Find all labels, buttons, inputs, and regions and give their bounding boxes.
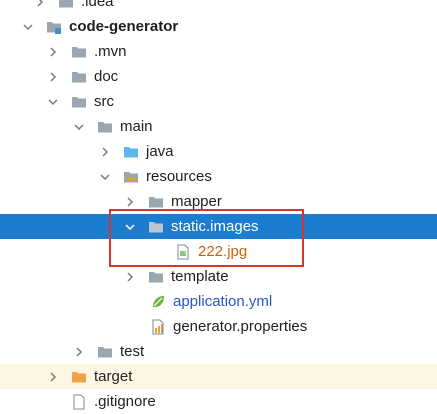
tree-item-target[interactable]: target: [0, 364, 437, 389]
properties-file-icon: [150, 319, 166, 335]
chevron-down-icon[interactable]: [73, 114, 85, 139]
chevron-down-icon[interactable]: [47, 89, 59, 114]
image-file-icon: [175, 244, 191, 260]
excluded-folder-icon: [71, 369, 87, 385]
folder-icon: [71, 94, 87, 110]
folder-icon: [97, 119, 113, 135]
folder-icon: [58, 0, 74, 10]
chevron-right-icon[interactable]: [34, 0, 46, 14]
tree-item-mapper[interactable]: mapper: [0, 189, 437, 214]
tree-item-label: .mvn: [94, 43, 127, 60]
tree-item-application-yml[interactable]: application.yml: [0, 289, 437, 314]
tree-item-test[interactable]: test: [0, 339, 437, 364]
module-folder-icon: [46, 19, 62, 35]
tree-item-label: resources: [146, 168, 212, 185]
tree-item-label: java: [146, 143, 174, 160]
folder-icon: [148, 194, 164, 210]
tree-item-label: .idea: [81, 0, 114, 10]
folder-icon: [148, 269, 164, 285]
source-folder-icon: [123, 144, 139, 160]
folder-icon: [71, 69, 87, 85]
tree-item-label: main: [120, 118, 153, 135]
tree-item-main[interactable]: main: [0, 114, 437, 139]
project-tree: .idea code-generator .mvn doc src main j…: [0, 0, 437, 410]
chevron-right-icon[interactable]: [124, 264, 136, 289]
tree-item-label: target: [94, 368, 133, 385]
tree-item-gitignore[interactable]: .gitignore: [0, 389, 437, 414]
tree-item-label: code-generator: [69, 18, 179, 35]
chevron-right-icon[interactable]: [47, 64, 59, 89]
folder-icon: [97, 344, 113, 360]
file-icon: [71, 394, 87, 410]
tree-item-idea[interactable]: .idea: [0, 0, 437, 14]
tree-item-label: generator.properties: [173, 318, 308, 335]
chevron-right-icon[interactable]: [99, 139, 111, 164]
tree-item-label: test: [120, 343, 145, 360]
folder-icon: [148, 219, 164, 235]
spring-leaf-icon: [150, 294, 166, 310]
tree-item-label: 222.jpg: [198, 243, 248, 260]
tree-item-label: mapper: [171, 193, 222, 210]
tree-item-static-images[interactable]: static.images: [0, 214, 437, 239]
resources-folder-icon: [123, 169, 139, 185]
tree-item-doc[interactable]: doc: [0, 64, 437, 89]
chevron-right-icon[interactable]: [47, 364, 59, 389]
tree-item-label: src: [94, 93, 114, 110]
tree-item-label: static.images: [171, 218, 259, 235]
tree-item-code-generator[interactable]: code-generator: [0, 14, 437, 39]
tree-item-label: application.yml: [173, 293, 273, 310]
tree-item-label: template: [171, 268, 229, 285]
tree-item-src[interactable]: src: [0, 89, 437, 114]
tree-item-java[interactable]: java: [0, 139, 437, 164]
chevron-down-icon[interactable]: [22, 14, 34, 39]
tree-item-222-jpg[interactable]: 222.jpg: [0, 239, 437, 264]
tree-item-mvn[interactable]: .mvn: [0, 39, 437, 64]
chevron-right-icon[interactable]: [73, 339, 85, 364]
tree-item-label: doc: [94, 68, 119, 85]
tree-item-generator-properties[interactable]: generator.properties: [0, 314, 437, 339]
tree-item-template[interactable]: template: [0, 264, 437, 289]
tree-item-resources[interactable]: resources: [0, 164, 437, 189]
chevron-right-icon[interactable]: [124, 189, 136, 214]
chevron-down-icon[interactable]: [124, 214, 136, 239]
tree-item-label: .gitignore: [94, 393, 156, 410]
chevron-right-icon[interactable]: [47, 39, 59, 64]
folder-icon: [71, 44, 87, 60]
chevron-down-icon[interactable]: [99, 164, 111, 189]
